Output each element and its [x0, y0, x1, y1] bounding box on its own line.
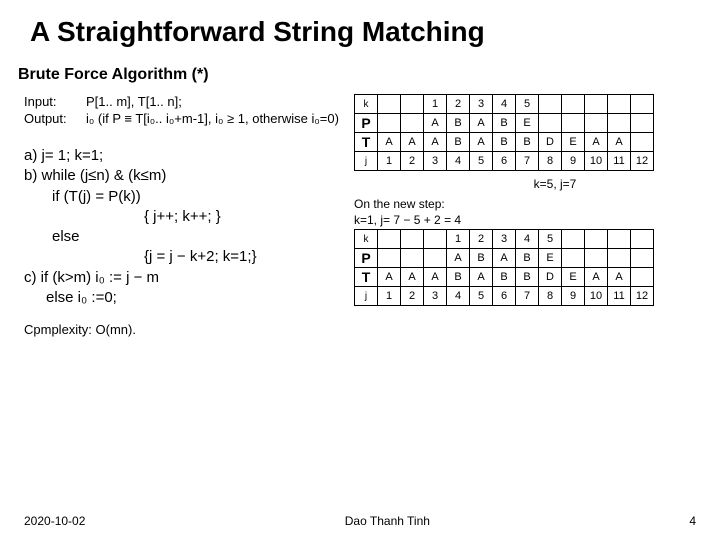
footer-author: Dao Thanh Tinh	[345, 514, 430, 528]
footer: 2020-10-02 Dao Thanh Tinh 4	[24, 514, 696, 528]
right-column: k 12345 P ABABE T AAABABBDEAA j 12345678…	[354, 94, 696, 337]
mid-note: k=5, j=7	[354, 177, 696, 191]
table-row: j 123456789101112	[355, 152, 654, 171]
j-label: j	[355, 287, 378, 306]
t-label: T	[355, 268, 378, 287]
p-label: P	[355, 249, 378, 268]
step-c: c) if (k>m) i₀ := j − m	[24, 268, 340, 288]
left-column: Input: P[1.. m], T[1.. n]; Output: i₀ (i…	[24, 94, 340, 337]
footer-date: 2020-10-02	[24, 514, 85, 528]
table-row: T AAABABBDEAA	[355, 268, 654, 287]
subtitle: Brute Force Algorithm (*)	[18, 66, 696, 84]
output-value: i₀ (if P ≡ T[i₀.. i₀+m-1], i₀ ≥ 1, other…	[86, 111, 339, 126]
t-label: T	[355, 133, 378, 152]
step-c-else: else i₀ :=0;	[24, 288, 340, 308]
p-label: P	[355, 114, 378, 133]
complexity: Cpmplexity: O(mn).	[24, 322, 340, 337]
table-row: k 12345	[355, 230, 654, 249]
slide: A Straightforward String Matching Brute …	[0, 0, 720, 540]
table-row: k 12345	[355, 95, 654, 114]
output-row: Output: i₀ (if P ≡ T[i₀.. i₀+m-1], i₀ ≥ …	[24, 111, 340, 126]
input-label: Input:	[24, 94, 74, 109]
algorithm-steps: a) j= 1; k=1; b) while (j≤n) & (k≤m) if …	[24, 146, 340, 308]
step-note-1: On the new step:	[354, 197, 696, 211]
input-value: P[1.. m], T[1.. n];	[86, 94, 182, 109]
output-label: Output:	[24, 111, 74, 126]
step-b-else: else	[24, 227, 340, 247]
table-row: P ABABE	[355, 249, 654, 268]
trace-table-2: k 12345 P ABABE T AAABABBDEAA j 12345678…	[354, 229, 654, 306]
trace-table-1: k 12345 P ABABE T AAABABBDEAA j 12345678…	[354, 94, 654, 171]
k-label: k	[355, 95, 378, 114]
content-columns: Input: P[1.. m], T[1.. n]; Output: i₀ (i…	[24, 94, 696, 337]
step-a: a) j= 1; k=1;	[24, 146, 340, 166]
slide-title: A Straightforward String Matching	[30, 16, 696, 48]
k-label: k	[355, 230, 378, 249]
step-b-if: if (T(j) = P(k))	[24, 187, 340, 207]
j-label: j	[355, 152, 378, 171]
step-note-2: k=1, j= 7 − 5 + 2 = 4	[354, 213, 696, 227]
footer-page: 4	[689, 514, 696, 528]
table-row: T AAABABBDEAA	[355, 133, 654, 152]
step-b: b) while (j≤n) & (k≤m)	[24, 166, 340, 186]
input-row: Input: P[1.. m], T[1.. n];	[24, 94, 340, 109]
table-row: j 123456789101112	[355, 287, 654, 306]
table-row: P ABABE	[355, 114, 654, 133]
step-b-else-body: {j = j − k+2; k=1;}	[24, 247, 340, 267]
step-b-then: { j++; k++; }	[24, 207, 340, 227]
